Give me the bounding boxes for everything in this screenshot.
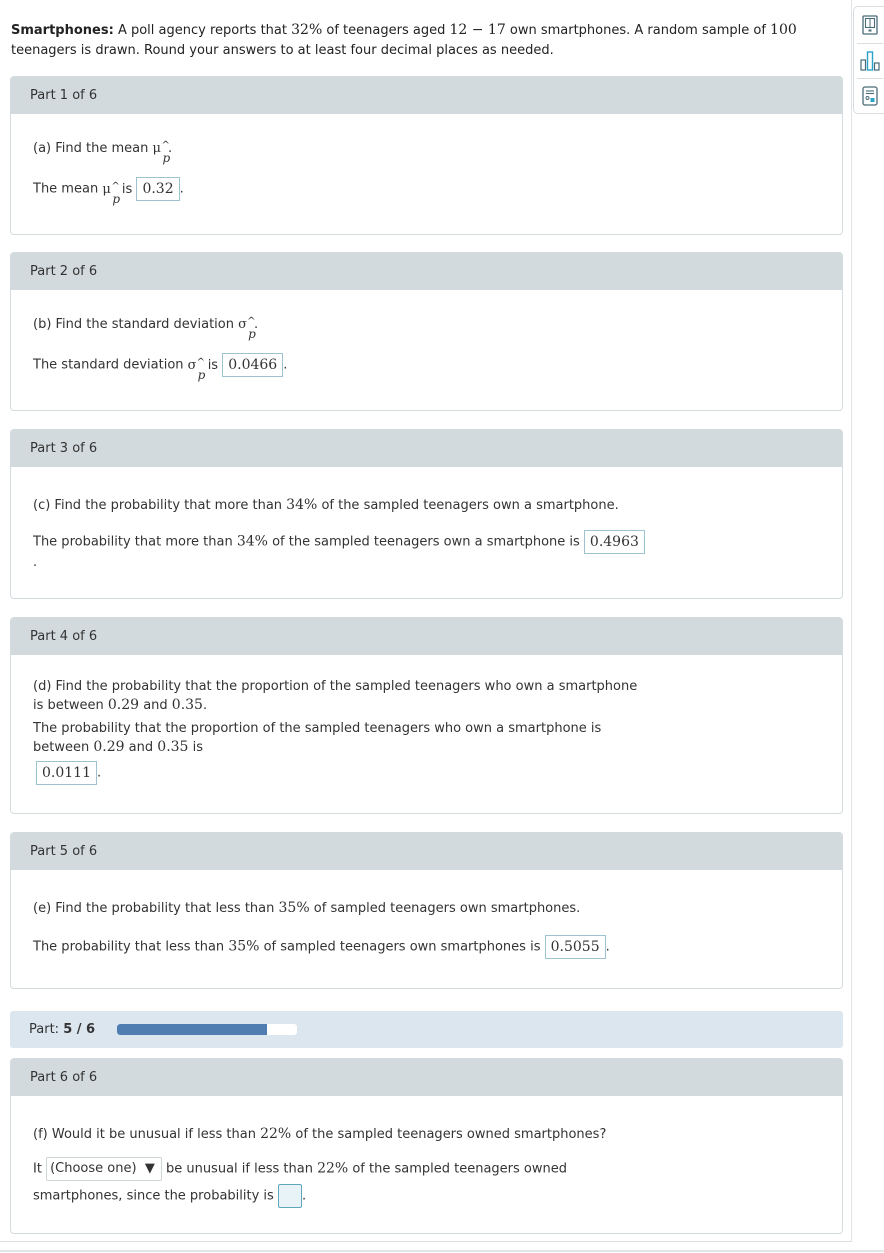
part-3-answer-line: The probability that more than 34% of th… [33,530,645,554]
mean-answer-input[interactable]: 0.32 [136,177,180,201]
part-6-answer-line-2: smartphones, since the probability is . [33,1184,306,1208]
unusual-choice-dropdown[interactable]: (Choose one) ▼ [46,1157,162,1181]
part-4-panel: Part 4 of 6 (d) Find the probability tha… [10,617,843,814]
textbook-icon [861,15,878,35]
prob-less-than-35-input[interactable]: 0.5055 [544,935,606,959]
probability-answer-input[interactable] [277,1184,302,1208]
prob-more-than-34-input[interactable]: 0.4963 [583,530,645,554]
part-6-header: Part 6 of 6 [11,1059,842,1096]
part-4-header: Part 4 of 6 [11,618,842,655]
part-2-panel: Part 2 of 6 (b) Find the standard deviat… [10,252,843,411]
mu-phat-symbol: μ ^ p [102,180,121,206]
sigma-phat-symbol: σ ^ p [238,316,256,341]
part-1-header: Part 1 of 6 [11,77,842,114]
part-4-question: (d) Find the probability that the propor… [33,679,638,713]
prob-between-input[interactable]: 0.0111 [36,761,97,785]
chart-button[interactable] [854,44,884,78]
std-dev-answer-input[interactable]: 0.0466 [222,353,284,377]
part-5-panel: Part 5 of 6 (e) Find the probability tha… [10,832,843,989]
part-3-header: Part 3 of 6 [11,430,842,467]
part-6-question: (f) Would it be unusual if less than 22%… [33,1126,607,1142]
part-4-answer-line: 0.0111. [36,761,101,785]
part-1-panel: Part 1 of 6 (a) Find the mean μ ^ p. The m… [10,76,843,235]
problem-statement: Smartphones: A poll agency reports that … [11,22,797,58]
part-6-panel: Part 6 of 6 (f) Would it be unusual if l… [10,1058,843,1234]
progress-fill [117,1024,267,1035]
calculator-button[interactable] [854,79,884,113]
mu-phat-symbol: μ ^ p [152,140,171,165]
progress-track [117,1024,297,1035]
part-4-answer-text: The probability that the proportion of t… [33,721,602,755]
part-2-question: (b) Find the standard deviation σ ^ p. [33,316,259,341]
progress-label: Part: [29,1022,60,1037]
chart-icon [859,51,880,71]
part-6-answer-line-1: It (Choose one) ▼ be unusual if less tha… [33,1157,567,1181]
part-progress: Part: 5 / 6 [10,1011,843,1048]
progress-count: 5 / 6 [63,1022,96,1037]
bottom-divider [0,1250,884,1252]
part-3-period: . [33,555,38,570]
problem-title: Smartphones: [11,23,114,38]
calculator-icon [861,86,878,106]
part-3-panel: Part 3 of 6 (c) Find the probability tha… [10,429,843,599]
part-2-header: Part 2 of 6 [11,253,842,290]
part-5-header: Part 5 of 6 [11,833,842,870]
sigma-phat-symbol: σ ^ p [187,356,206,382]
tools-panel [853,6,884,114]
part-3-question: (c) Find the probability that more than … [33,497,619,513]
dropdown-arrow-icon: ▼ [144,1161,155,1176]
part-5-question: (e) Find the probability that less than … [33,900,581,916]
textbook-button[interactable] [854,8,884,42]
part-1-answer-line: The mean μ ^ p is 0.32. [33,177,184,206]
part-1-question: (a) Find the mean μ ^ p. [33,140,173,165]
part-2-answer-line: The standard deviation σ ^ p is 0.0466. [33,353,287,382]
part-5-answer-line: The probability that less than 35% of sa… [33,935,610,959]
